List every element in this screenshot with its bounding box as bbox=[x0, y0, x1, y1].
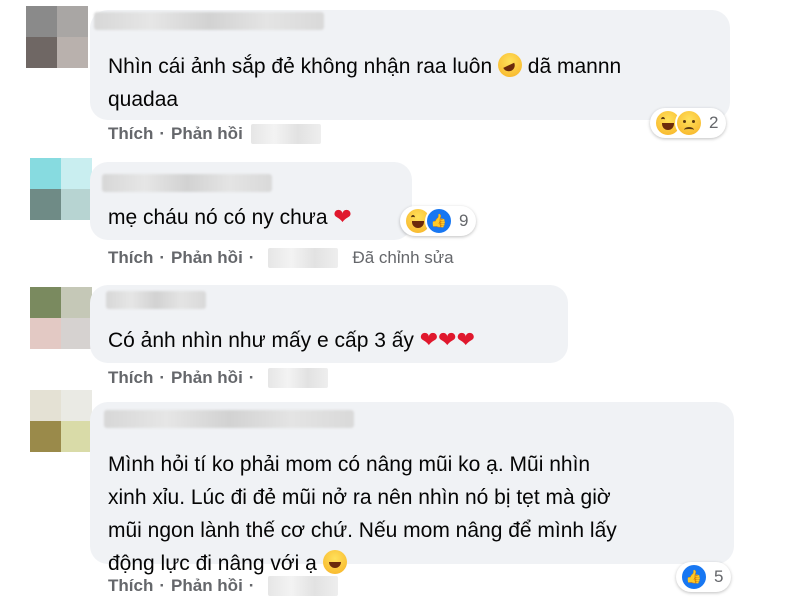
avatar[interactable] bbox=[30, 390, 92, 452]
timestamp-blurred[interactable] bbox=[268, 576, 339, 596]
rofl-emoji-icon bbox=[497, 53, 522, 77]
comment-text: Mình hỏi tí ko phải mom có nâng mũi ko ạ… bbox=[108, 453, 617, 575]
separator: · bbox=[159, 368, 166, 387]
avatar[interactable] bbox=[30, 158, 92, 220]
reply-button[interactable]: Phản hồi bbox=[171, 368, 243, 388]
comment-text: Có ảnh nhìn như mấy e cấp 3 ấy ❤❤❤ bbox=[108, 327, 476, 352]
sweat-smile-emoji-icon bbox=[322, 550, 347, 574]
comment-4: Mình hỏi tí ko phải mom có nâng mũi ko ạ… bbox=[0, 390, 800, 607]
reply-button[interactable]: Phản hồi bbox=[171, 124, 243, 144]
separator: · bbox=[159, 124, 166, 143]
comment-1: Nhìn cái ảnh sắp đẻ không nhận raa luôn … bbox=[0, 0, 800, 150]
reply-button[interactable]: Phản hồi bbox=[171, 576, 243, 596]
reaction-summary[interactable]: 👍 5 bbox=[676, 562, 732, 592]
comment-actions: Thích · Phản hồi · Đã chỉnh sửa bbox=[108, 248, 454, 268]
like-button[interactable]: Thích bbox=[108, 576, 153, 596]
comment-bubble: mẹ cháu nó có ny chưa ❤ bbox=[90, 162, 412, 240]
commenter-name-blurred[interactable] bbox=[106, 291, 206, 309]
comment-bubble: Mình hỏi tí ko phải mom có nâng mũi ko ạ… bbox=[90, 402, 734, 575]
comment-bubble: Nhìn cái ảnh sắp đẻ không nhận raa luôn … bbox=[90, 10, 730, 120]
comment-actions: Thích · Phản hồi bbox=[108, 124, 321, 144]
reaction-summary[interactable]: 👍 9 bbox=[400, 206, 477, 236]
edited-label: Đã chỉnh sửa bbox=[352, 248, 454, 267]
commenter-name-blurred[interactable] bbox=[104, 410, 354, 428]
timestamp-blurred[interactable] bbox=[250, 124, 321, 144]
heart-emoji: ❤❤❤ bbox=[419, 327, 476, 352]
commenter-name-blurred[interactable] bbox=[102, 174, 272, 192]
like-reaction-icon: 👍 bbox=[680, 563, 708, 591]
reaction-summary[interactable]: 2 bbox=[650, 108, 727, 138]
comment-3: Có ảnh nhìn như mấy e cấp 3 ấy ❤❤❤ Thích… bbox=[0, 275, 800, 390]
separator: · bbox=[248, 576, 255, 595]
comment-actions: Thích · Phản hồi · bbox=[108, 368, 329, 388]
comment-text: mẹ cháu nó có ny chưa ❤ bbox=[108, 204, 352, 229]
separator: · bbox=[248, 248, 255, 267]
timestamp-blurred[interactable] bbox=[268, 248, 339, 268]
heart-emoji: ❤ bbox=[333, 204, 352, 229]
like-button[interactable]: Thích bbox=[108, 124, 153, 144]
separator: · bbox=[159, 248, 166, 267]
avatar[interactable] bbox=[26, 6, 88, 68]
sad-reaction-icon bbox=[675, 109, 703, 137]
like-button[interactable]: Thích bbox=[108, 248, 153, 268]
comment-text: Nhìn cái ảnh sắp đẻ không nhận raa luôn … bbox=[108, 53, 622, 111]
comment-2: mẹ cháu nó có ny chưa ❤ 👍 9 Thích · Phản… bbox=[0, 150, 800, 275]
commenter-name-blurred[interactable] bbox=[94, 12, 324, 30]
reply-button[interactable]: Phản hồi bbox=[171, 248, 243, 268]
separator: · bbox=[159, 576, 166, 595]
comment-bubble: Có ảnh nhìn như mấy e cấp 3 ấy ❤❤❤ bbox=[90, 285, 568, 363]
reaction-count: 5 bbox=[714, 567, 724, 586]
timestamp-blurred[interactable] bbox=[268, 368, 329, 388]
separator: · bbox=[248, 368, 255, 387]
avatar[interactable] bbox=[30, 287, 92, 349]
reaction-count: 9 bbox=[459, 211, 469, 230]
like-button[interactable]: Thích bbox=[108, 368, 153, 388]
comment-actions: Thích · Phản hồi · bbox=[108, 576, 339, 596]
reaction-count: 2 bbox=[709, 113, 719, 132]
like-reaction-icon: 👍 bbox=[425, 207, 453, 235]
